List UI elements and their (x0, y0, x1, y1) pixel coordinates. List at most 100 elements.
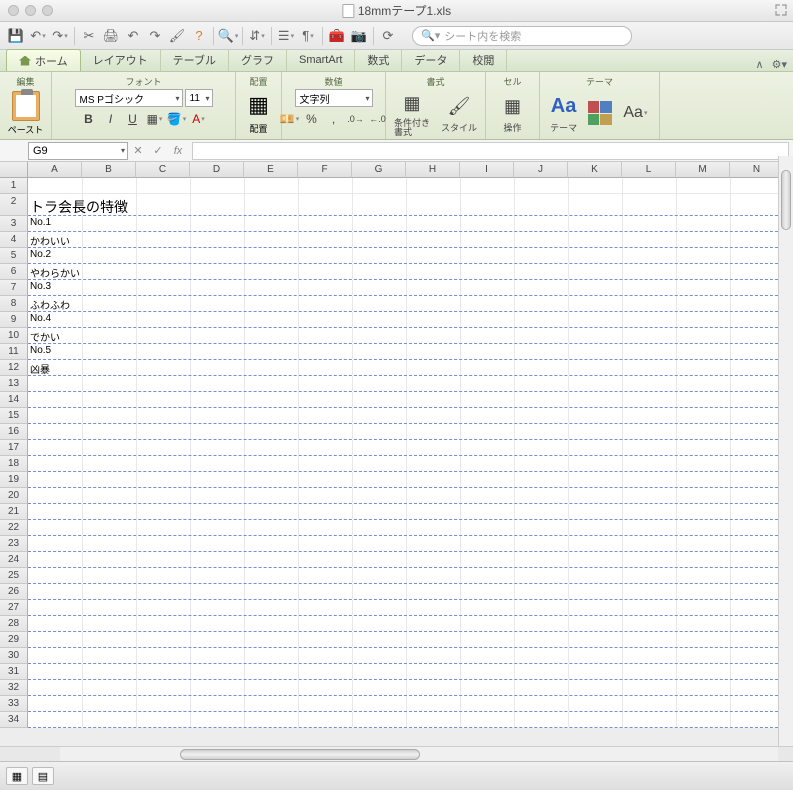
normal-view-button[interactable]: ▦ (6, 767, 28, 785)
tab-review[interactable]: 校閲 (460, 49, 507, 71)
column-header[interactable]: M (676, 162, 730, 178)
row-header[interactable]: 25 (0, 568, 28, 584)
row-header[interactable]: 6 (0, 264, 28, 280)
horizontal-scrollbar[interactable] (60, 746, 778, 761)
row-header[interactable]: 5 (0, 248, 28, 264)
tab-tables[interactable]: テーブル (161, 49, 229, 71)
row-header[interactable]: 1 (0, 178, 28, 194)
italic-button[interactable]: I (101, 109, 121, 129)
column-header[interactable]: E (244, 162, 298, 178)
row-header[interactable]: 27 (0, 600, 28, 616)
row-header[interactable]: 9 (0, 312, 28, 328)
row-header[interactable]: 31 (0, 664, 28, 680)
row-header[interactable]: 29 (0, 632, 28, 648)
row-header[interactable]: 28 (0, 616, 28, 632)
alignment-icon[interactable]: ▦ (245, 91, 273, 119)
collapse-ribbon-icon[interactable]: ∧ (756, 58, 764, 71)
column-header[interactable]: G (352, 162, 406, 178)
theme-fonts-button[interactable]: Aa▾ (616, 99, 655, 127)
format-painter-icon[interactable]: 🖌 (167, 26, 187, 46)
print-icon[interactable]: 🖨 (101, 26, 121, 46)
save-icon[interactable]: 💾 (6, 26, 26, 46)
currency-button[interactable]: 💴▾ (280, 109, 300, 129)
refresh-icon[interactable]: ⟳ (378, 26, 398, 46)
fullscreen-icon[interactable] (775, 4, 787, 16)
zoom-window-icon[interactable] (42, 5, 53, 16)
row-header[interactable]: 14 (0, 392, 28, 408)
row-header[interactable]: 4 (0, 232, 28, 248)
column-header[interactable]: D (190, 162, 244, 178)
column-header[interactable]: B (82, 162, 136, 178)
row-header[interactable]: 2 (0, 194, 28, 216)
cells-area[interactable]: トラ会長の特徴No.1かわいいNo.2やわらかいNo.3ふわふわNo.4でかいN… (28, 178, 793, 728)
undo2-icon[interactable]: ↶ (123, 26, 143, 46)
name-box[interactable]: G9 (28, 142, 128, 160)
column-header[interactable]: A (28, 162, 82, 178)
tab-data[interactable]: データ (402, 49, 460, 71)
row-header[interactable]: 33 (0, 696, 28, 712)
fill-color-button[interactable]: 🪣▾ (167, 109, 187, 129)
comma-button[interactable]: , (324, 109, 344, 129)
column-header[interactable]: F (298, 162, 352, 178)
row-header[interactable]: 11 (0, 344, 28, 360)
row-header[interactable]: 7 (0, 280, 28, 296)
decimal-inc-button[interactable]: .0→ (346, 109, 366, 129)
ribbon-settings-icon[interactable]: ⚙▾ (772, 58, 787, 71)
horizontal-scroll-thumb[interactable] (180, 749, 420, 760)
fx-icon[interactable]: fx (168, 141, 188, 161)
font-name-select[interactable]: MS Pゴシック (75, 89, 183, 107)
decimal-dec-button[interactable]: ←.0 (368, 109, 388, 129)
tab-formulas[interactable]: 数式 (355, 49, 402, 71)
spreadsheet-grid[interactable]: ABCDEFGHIJKLMN 1234567891011121314151617… (0, 162, 793, 728)
indent-icon[interactable]: ¶▾ (298, 26, 318, 46)
font-color-button[interactable]: A▾ (189, 109, 209, 129)
select-all-corner[interactable] (0, 162, 28, 178)
cancel-formula-icon[interactable]: ✕ (128, 141, 148, 161)
underline-button[interactable]: U (123, 109, 143, 129)
zoom-out-icon[interactable]: 🔍▾ (218, 26, 238, 46)
row-header[interactable]: 3 (0, 216, 28, 232)
accept-formula-icon[interactable]: ✓ (148, 141, 168, 161)
row-header[interactable]: 32 (0, 680, 28, 696)
close-window-icon[interactable] (8, 5, 19, 16)
column-header[interactable]: L (622, 162, 676, 178)
styles-button[interactable]: 🖌 スタイル (437, 92, 481, 134)
tab-layout[interactable]: レイアウト (81, 49, 161, 71)
tab-home[interactable]: ホーム (6, 49, 81, 71)
cells-actions-button[interactable]: ▦ 操作 (491, 92, 535, 134)
row-header[interactable]: 21 (0, 504, 28, 520)
number-format-select[interactable]: 文字列 (295, 89, 373, 107)
border-button[interactable]: ▦▾ (145, 109, 165, 129)
row-header[interactable]: 17 (0, 440, 28, 456)
toolbox-icon[interactable]: 🧰 (327, 26, 347, 46)
undo-icon[interactable]: ↶▾ (28, 26, 48, 46)
row-header[interactable]: 30 (0, 648, 28, 664)
row-header[interactable]: 24 (0, 552, 28, 568)
column-header[interactable]: N (730, 162, 784, 178)
page-layout-view-button[interactable]: ▤ (32, 767, 54, 785)
vertical-scrollbar[interactable] (778, 156, 793, 746)
column-header[interactable]: C (136, 162, 190, 178)
percent-button[interactable]: % (302, 109, 322, 129)
row-header[interactable]: 15 (0, 408, 28, 424)
redo-icon[interactable]: ↷▾ (50, 26, 70, 46)
theme-button[interactable]: Aa テーマ (544, 92, 583, 134)
row-header[interactable]: 8 (0, 296, 28, 312)
formula-input[interactable] (192, 142, 789, 160)
conditional-format-button[interactable]: ▦ 条件付き 書式 (390, 90, 434, 137)
tab-smartart[interactable]: SmartArt (287, 49, 355, 71)
tab-charts[interactable]: グラフ (229, 49, 287, 71)
redo2-icon[interactable]: ↷ (145, 26, 165, 46)
row-header[interactable]: 34 (0, 712, 28, 728)
list-icon[interactable]: ☰▾ (276, 26, 296, 46)
row-header[interactable]: 23 (0, 536, 28, 552)
theme-colors-button[interactable] (586, 101, 613, 125)
filter-icon[interactable]: ⇵▾ (247, 26, 267, 46)
bold-button[interactable]: B (79, 109, 99, 129)
row-header[interactable]: 22 (0, 520, 28, 536)
row-header[interactable]: 16 (0, 424, 28, 440)
row-header[interactable]: 10 (0, 328, 28, 344)
column-header[interactable]: I (460, 162, 514, 178)
row-header[interactable]: 26 (0, 584, 28, 600)
font-size-select[interactable]: 11 (185, 89, 213, 107)
